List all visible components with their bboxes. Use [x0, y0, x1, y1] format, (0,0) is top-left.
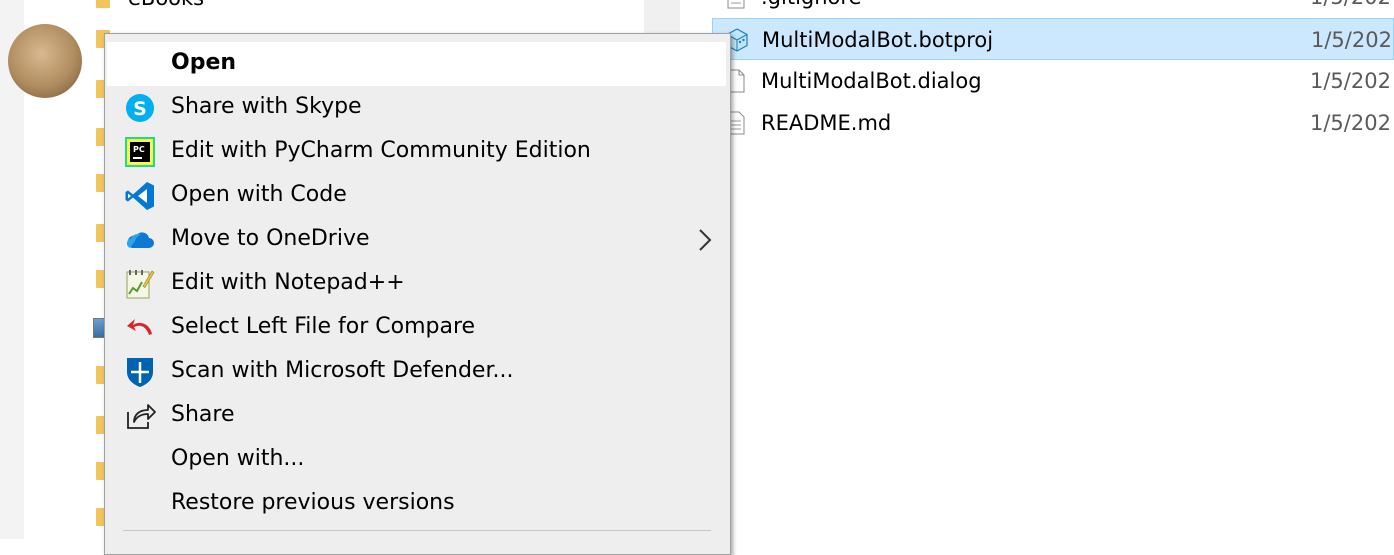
nav-item-label[interactable]: eBooks	[128, 0, 204, 10]
menu-item-label: Edit with PyCharm Community Edition	[171, 138, 591, 163]
file-date: 1/5/202	[1310, 69, 1391, 93]
file-row-selected[interactable]: MultiModalBot.botproj 1/5/202	[712, 18, 1394, 60]
file-name: MultiModalBot.dialog	[761, 69, 982, 93]
notepadpp-icon	[126, 270, 155, 299]
menu-item-notepadpp[interactable]: Edit with Notepad++	[107, 262, 726, 306]
menu-item-share[interactable]: Share	[107, 394, 726, 438]
menu-item-label: Edit with Notepad++	[171, 270, 405, 295]
menu-item-label: Open with Code	[171, 182, 347, 207]
file-date: 1/5/202	[1311, 28, 1392, 52]
onedrive-icon	[126, 232, 154, 248]
vscode-icon	[125, 182, 154, 210]
file-name: .gitignore	[761, 0, 862, 9]
pycharm-icon: PC	[125, 137, 155, 167]
menu-item-label: Share	[171, 402, 235, 427]
menu-item-move-onedrive[interactable]: Move to OneDrive	[107, 218, 726, 262]
menu-item-label: Open with...	[171, 446, 305, 471]
defender-shield-icon	[127, 358, 153, 387]
menu-item-restore-previous[interactable]: Restore previous versions	[107, 482, 726, 526]
file-row[interactable]: README.md 1/5/202	[712, 102, 1394, 144]
share-icon	[127, 404, 156, 429]
menu-item-label: Move to OneDrive	[171, 226, 370, 251]
menu-item-label: Open	[171, 50, 237, 75]
svg-text:PC: PC	[133, 145, 145, 154]
file-date: 1/5/202	[1310, 0, 1391, 9]
menu-item-share-skype[interactable]: S Share with Skype	[107, 86, 726, 130]
text-file-icon	[727, 0, 745, 9]
compare-arrow-icon	[127, 319, 152, 335]
file-name: MultiModalBot.botproj	[762, 28, 994, 52]
menu-item-open[interactable]: Open	[107, 42, 726, 86]
menu-separator	[123, 530, 711, 531]
menu-item-label: Share with Skype	[171, 94, 362, 119]
file-date: 1/5/202	[1310, 111, 1391, 135]
menu-item-pycharm[interactable]: PC Edit with PyCharm Community Edition	[107, 130, 726, 174]
menu-item-label: Scan with Microsoft Defender...	[171, 358, 514, 383]
context-menu[interactable]: Open S Share with Skype PC Edit with PyC…	[104, 33, 731, 555]
avatar	[8, 24, 82, 98]
file-row[interactable]: MultiModalBot.dialog 1/5/202	[712, 60, 1394, 102]
menu-item-scan-defender[interactable]: Scan with Microsoft Defender...	[107, 350, 726, 394]
skype-icon: S	[126, 94, 154, 122]
menu-item-open-code[interactable]: Open with Code	[107, 174, 726, 218]
nav-folder-icon	[96, 0, 110, 8]
file-row[interactable]: .gitignore 1/5/202	[712, 0, 1394, 18]
svg-text:S: S	[133, 98, 147, 120]
chevron-right-icon	[699, 229, 712, 251]
menu-item-label: Select Left File for Compare	[171, 314, 476, 339]
menu-item-select-left-compare[interactable]: Select Left File for Compare	[107, 306, 726, 350]
menu-item-open-with[interactable]: Open with...	[107, 438, 726, 482]
file-name: README.md	[761, 111, 892, 135]
menu-item-label: Restore previous versions	[171, 490, 455, 515]
